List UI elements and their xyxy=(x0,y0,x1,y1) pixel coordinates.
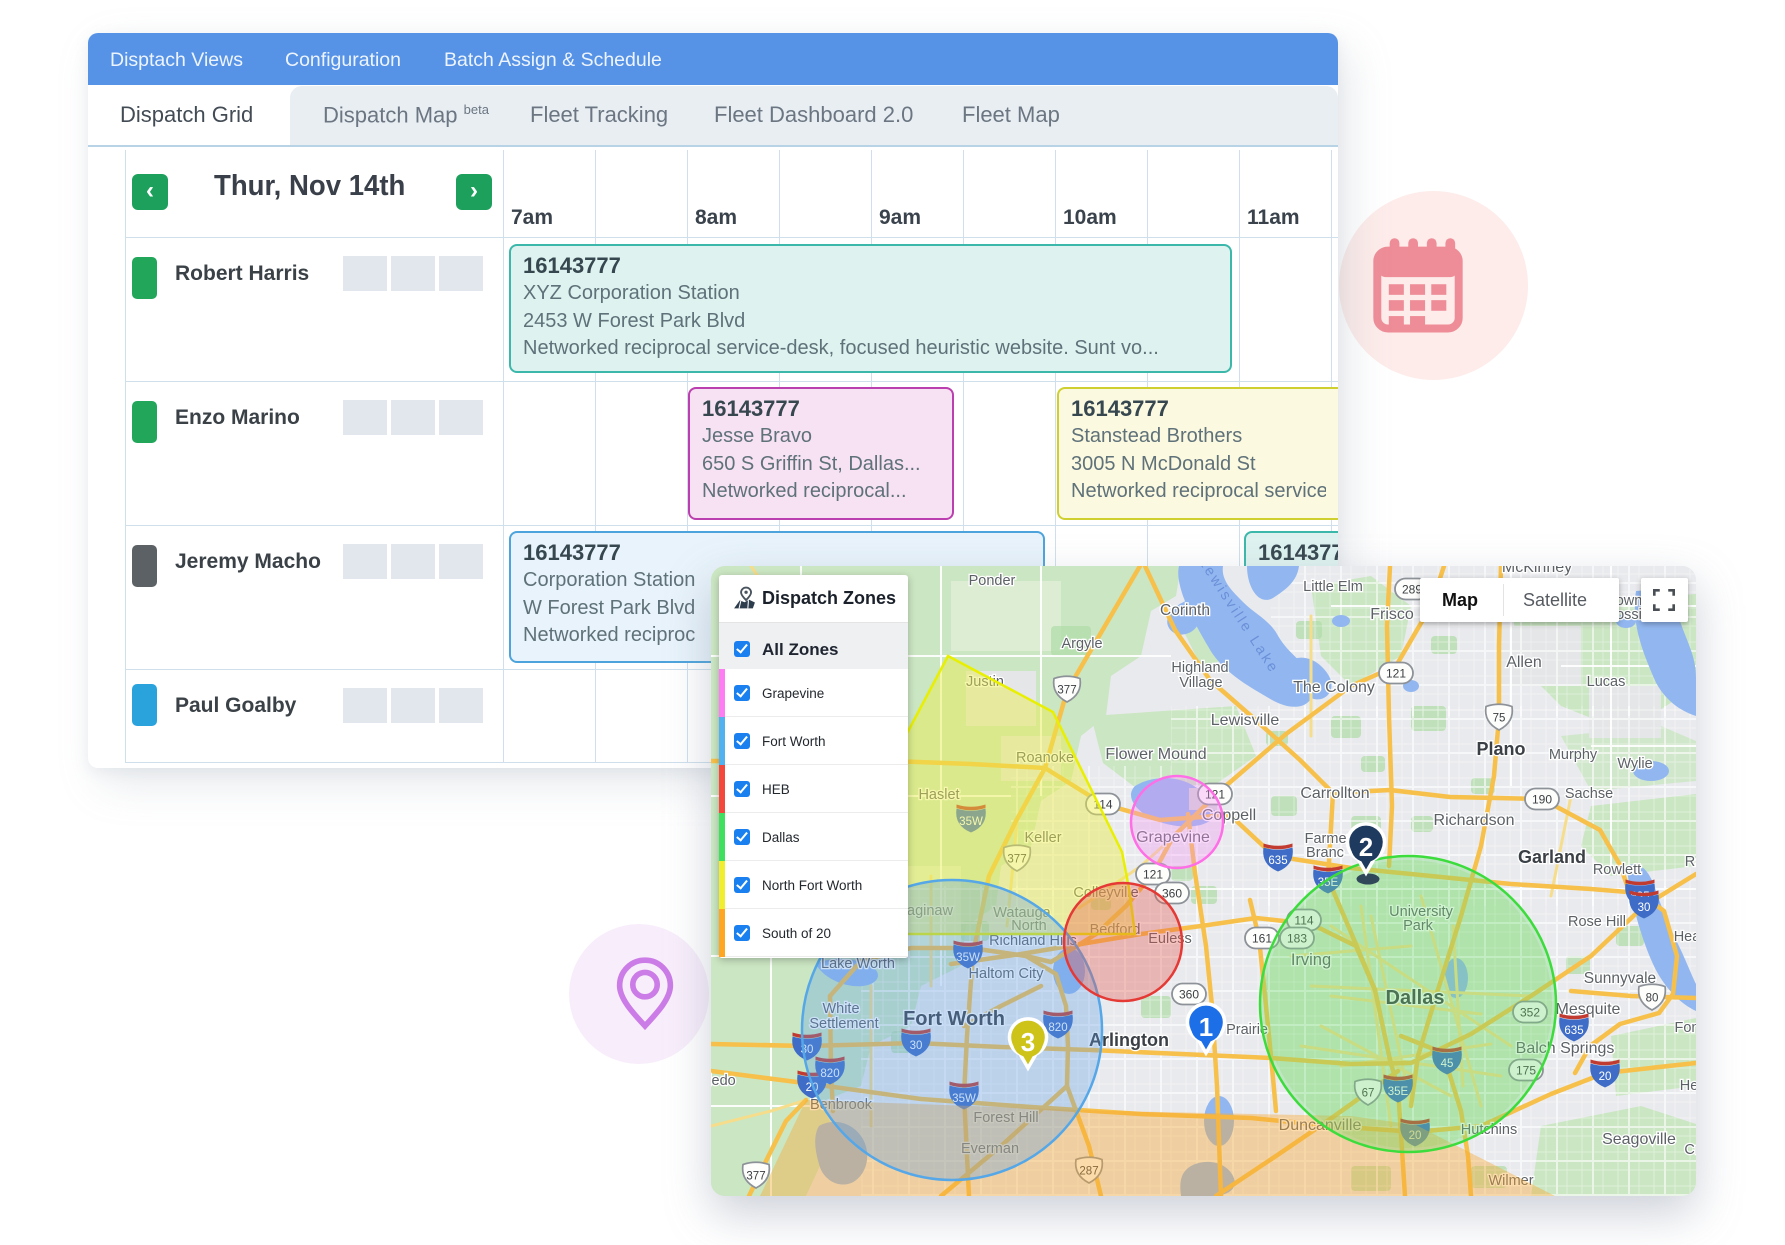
svg-text:Plano: Plano xyxy=(1476,739,1525,759)
svg-text:360: 360 xyxy=(1179,988,1199,1002)
svg-text:Little Elm: Little Elm xyxy=(1303,579,1363,595)
svg-text:30: 30 xyxy=(1638,902,1651,914)
svg-text:360: 360 xyxy=(1162,887,1182,901)
svg-text:377: 377 xyxy=(746,1171,765,1183)
svg-text:635: 635 xyxy=(1564,1025,1583,1037)
svg-text:121: 121 xyxy=(1143,868,1163,882)
svg-text:Rose Hill: Rose Hill xyxy=(1568,914,1626,930)
svg-text:121: 121 xyxy=(1386,667,1406,681)
svg-text:Murphy: Murphy xyxy=(1549,747,1598,763)
svg-text:Hea: Hea xyxy=(1674,929,1696,945)
svg-text:Richardson: Richardson xyxy=(1434,812,1515,829)
svg-text:Carrollton: Carrollton xyxy=(1300,785,1369,802)
svg-text:377: 377 xyxy=(1057,685,1076,697)
svg-text:1: 1 xyxy=(1199,1012,1213,1042)
svg-text:Cr: Cr xyxy=(1684,1142,1696,1158)
svg-text:Seagoville: Seagoville xyxy=(1602,1131,1676,1148)
svg-text:ledo: ledo xyxy=(711,1073,736,1089)
svg-text:Flower Mound: Flower Mound xyxy=(1105,746,1206,763)
svg-text:Garland: Garland xyxy=(1518,847,1586,867)
svg-text:Highland: Highland xyxy=(1171,660,1228,676)
svg-text:75: 75 xyxy=(1493,713,1506,725)
svg-text:Frisco: Frisco xyxy=(1370,606,1414,623)
svg-text:Village: Village xyxy=(1179,675,1222,691)
svg-text:Fon: Fon xyxy=(1675,1020,1697,1036)
svg-text:Branc: Branc xyxy=(1306,845,1344,861)
svg-text:Allen: Allen xyxy=(1506,654,1542,671)
svg-text:80: 80 xyxy=(1646,993,1659,1005)
svg-text:Sachse: Sachse xyxy=(1565,786,1613,802)
svg-text:Corinth: Corinth xyxy=(1160,602,1210,619)
svg-text:Wylie: Wylie xyxy=(1617,756,1652,772)
svg-text:Lucas: Lucas xyxy=(1587,674,1626,690)
svg-text:3: 3 xyxy=(1021,1027,1035,1057)
svg-text:ossi: ossi xyxy=(1616,607,1642,623)
svg-text:Argyle: Argyle xyxy=(1061,636,1102,652)
svg-text:He: He xyxy=(1680,1078,1696,1094)
svg-text:635: 635 xyxy=(1268,855,1287,867)
svg-text:Ro: Ro xyxy=(1685,854,1696,870)
svg-text:20: 20 xyxy=(1599,1071,1612,1083)
svg-text:Rowlett: Rowlett xyxy=(1593,862,1641,878)
svg-text:2: 2 xyxy=(1359,832,1373,862)
svg-text:McKinney: McKinney xyxy=(1502,566,1572,576)
svg-text:Ponder: Ponder xyxy=(969,573,1016,589)
svg-text:The Colony: The Colony xyxy=(1293,679,1375,696)
svg-text:161: 161 xyxy=(1252,932,1272,946)
svg-text:190: 190 xyxy=(1532,793,1552,807)
svg-text:Lewisville: Lewisville xyxy=(1211,712,1280,729)
